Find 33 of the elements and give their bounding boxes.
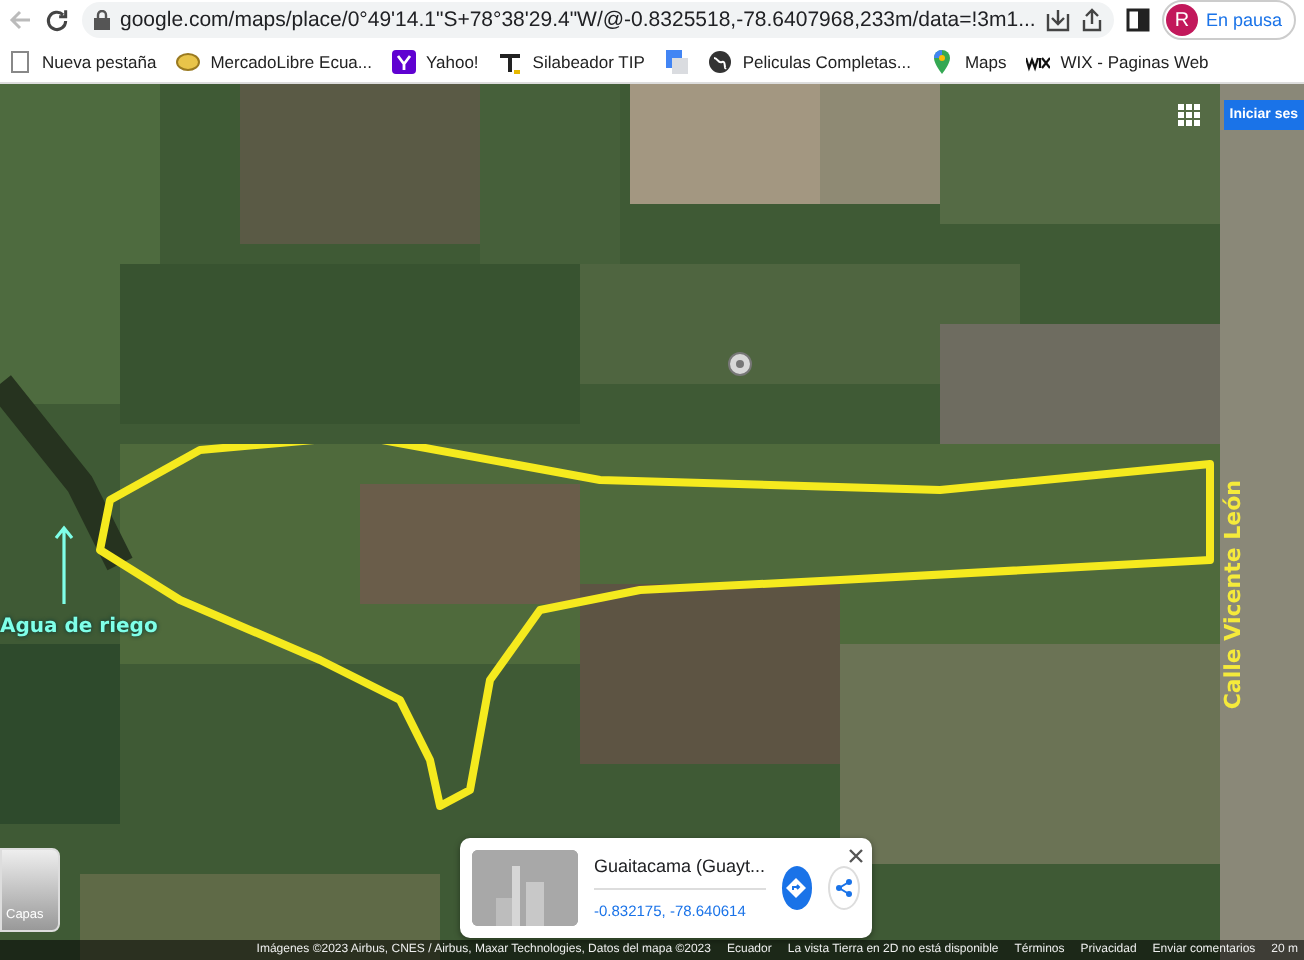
bookmark[interactable]: Maps <box>930 49 1007 73</box>
bookmark[interactable]: Nueva pestaña <box>8 49 157 73</box>
lock-icon <box>94 10 110 30</box>
share-icon <box>833 878 854 898</box>
bookmark[interactable]: Silabeador TIP <box>498 49 645 73</box>
street-label: Calle Vicente León <box>1220 480 1246 710</box>
bookmark[interactable] <box>664 49 689 73</box>
address-bar[interactable]: google.com/maps/place/0°49'14.1"S+78°38'29.4"W/@-0.8325518,-78.6407968,233m/data=!3m1... <box>82 2 1114 38</box>
bookmark[interactable]: WIX - Paginas Web <box>1026 49 1209 73</box>
map-pin-icon <box>930 49 955 73</box>
arrow-annotation <box>54 524 74 604</box>
page-icon <box>8 49 32 73</box>
tip-logo-icon <box>498 49 523 73</box>
translate-icon <box>664 49 689 73</box>
place-image-placeholder <box>472 850 578 926</box>
directions-icon <box>786 878 807 898</box>
place-title: Guaitacama (Guayt... <box>594 856 766 876</box>
close-icon <box>848 848 864 864</box>
avatar: R <box>1165 4 1198 36</box>
coin-icon <box>176 49 201 73</box>
bookmark[interactable]: Yahoo! <box>391 49 479 73</box>
apps-grid-icon[interactable] <box>1178 104 1200 126</box>
bookmark[interactable]: MercadoLibre Ecua... <box>176 49 372 73</box>
directions-button[interactable] <box>781 866 812 910</box>
globe-icon <box>708 49 733 73</box>
reload-icon[interactable] <box>44 7 70 33</box>
annotation-label: Agua de riego <box>0 616 158 638</box>
bookmark[interactable]: Peliculas Completas... <box>708 49 911 73</box>
share-button[interactable] <box>827 866 860 910</box>
download-icon[interactable] <box>1045 8 1070 32</box>
side-panel-icon[interactable] <box>1125 8 1150 32</box>
share-icon[interactable] <box>1079 8 1104 32</box>
y-logo-icon <box>391 49 416 73</box>
